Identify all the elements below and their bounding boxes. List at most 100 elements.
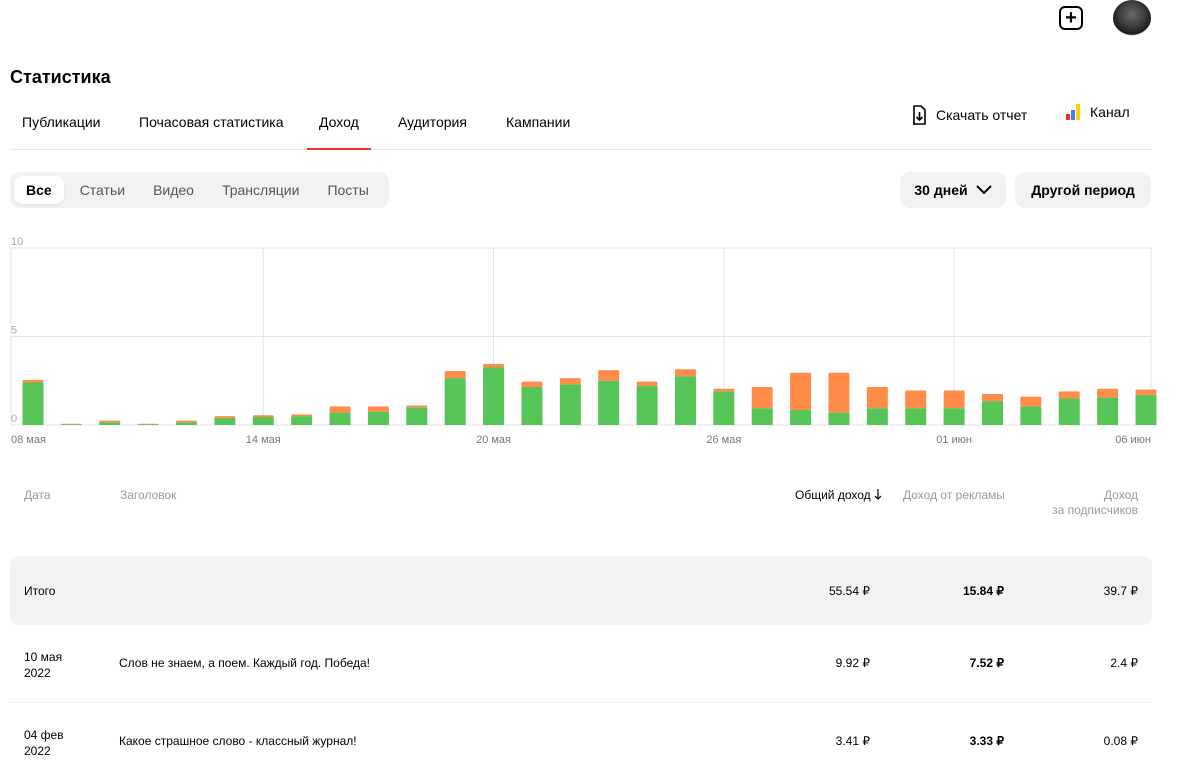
row-divider [10,702,1152,703]
tab-hourly-stats[interactable]: Почасовая статистика [139,114,284,130]
bar-subscriber-income [828,412,850,425]
bar-subscriber-income [713,391,735,425]
bar-ad-income [329,406,351,413]
bar-ad-income [981,394,1003,402]
row-title[interactable]: Слов не знаем, а поем. Каждый год. Побед… [119,656,370,670]
table-row[interactable]: 10 мая 2022 Слов не знаем, а поем. Кажды… [10,640,1152,702]
header-date[interactable]: Дата [24,488,51,502]
arrow-down-icon [874,489,882,500]
bar-subscriber-income [214,417,236,425]
bar-subscriber-income [367,411,389,425]
income-chart: 10 5 0 08 мая 14 мая 20 мая 26 мая 01 июн 06 июн [0,230,1200,460]
row-date: 10 мая 2022 [24,649,62,681]
bar-subscriber-income [99,422,121,425]
tab-audience[interactable]: Аудитория [398,114,467,130]
total-row-income: 55.54 ₽ [829,584,870,598]
header-total-income-label: Общий доход [795,488,871,502]
filter-articles[interactable]: Статьи [68,176,137,204]
channel-label: Канал [1090,104,1130,120]
period-select[interactable]: 30 дней [900,172,1006,208]
bar-subscriber-income [444,378,466,425]
row-ad-income: 7.52 ₽ [969,656,1004,670]
bar-subscriber-income [521,386,543,425]
content-type-filter: Все Статьи Видео Трансляции Посты [10,172,389,208]
y-tick-label: 10 [11,236,23,248]
download-report-button[interactable]: Скачать отчет [910,104,1027,126]
page-title: Статистика [10,67,111,87]
total-row-ad-income: 15.84 ₽ [963,584,1004,598]
bar-ad-income [252,415,274,418]
bar-ad-income [636,381,658,387]
x-tick-label: 06 июн [1115,434,1151,446]
bar-subscriber-income [751,408,773,425]
bar-ad-income [866,386,888,409]
bar-subscriber-income [598,380,620,425]
bar-subscriber-income [22,382,44,425]
bar-ad-income [1097,388,1119,398]
channel-button[interactable]: Канал [1066,104,1130,120]
bar-subscriber-income [291,416,313,425]
bar-ad-income [176,420,198,423]
bar-ad-income [22,379,44,383]
user-avatar[interactable] [1113,0,1151,36]
row-income: 3.41 ₽ [835,734,870,748]
bar-ad-income [1135,389,1157,395]
filter-video[interactable]: Видео [141,176,206,204]
header-subscriber-income-line1: Доход [1103,488,1138,502]
bar-subscriber-income [1135,394,1157,425]
bar-ad-income [905,390,927,409]
row-date-day: 04 фев [24,728,64,742]
bar-ad-income [674,369,696,377]
bar-subscriber-income [329,412,351,425]
header-total-income[interactable]: Общий доход [795,488,882,502]
header-subscriber-income[interactable]: Доход за подписчиков [1052,488,1138,518]
bar-ad-income [598,370,620,381]
row-date: 04 фев 2022 [24,727,64,759]
bar-subscriber-income [866,408,888,425]
filter-posts[interactable]: Посты [315,176,380,204]
filter-streams[interactable]: Трансляции [210,176,311,204]
total-row-subscriber-income: 39.7 ₽ [1103,584,1138,598]
tab-income[interactable]: Доход [307,114,371,150]
bar-subscriber-income [559,384,581,425]
bar-subscriber-income [137,424,159,425]
bar-ad-income [1058,391,1080,399]
row-ad-income: 3.33 ₽ [969,734,1004,748]
total-row-label: Итого [24,584,56,598]
bar-ad-income [751,386,773,409]
bar-subscriber-income [406,407,428,425]
bar-subscriber-income [60,424,82,425]
header-subscriber-income-line2: за подписчиков [1052,503,1138,517]
bar-subscriber-income [1097,397,1119,425]
row-income: 9.92 ₽ [835,656,870,670]
bar-ad-income [713,388,735,392]
bar-ad-income [483,363,505,368]
y-tick-label: 0 [11,413,17,425]
header-ad-income[interactable]: Доход от рекламы [903,488,1005,502]
row-title[interactable]: Какое страшное слово - классный журнал! [119,734,357,748]
x-tick-label: 26 мая [706,434,741,446]
bar-ad-income [790,372,812,410]
tab-campaigns[interactable]: Кампании [506,114,570,130]
tab-publications[interactable]: Публикации [22,114,100,130]
bar-ad-income [99,420,121,423]
y-tick-label: 5 [11,325,17,337]
bar-subscriber-income [636,386,658,425]
bar-ad-income [444,371,466,379]
table-row[interactable]: 04 фев 2022 Какое страшное слово - класс… [10,718,1152,768]
header-title[interactable]: Заголовок [120,488,176,502]
plus-square-icon[interactable]: + [1059,6,1083,30]
top-bar: + [0,0,1200,40]
bar-ad-income [367,406,389,412]
row-date-day: 10 мая [24,650,63,664]
other-period-button[interactable]: Другой период [1015,172,1151,208]
bar-subscriber-income [981,401,1003,425]
bar-ad-income [291,414,313,417]
bar-ad-income [521,381,543,387]
download-file-icon [913,105,926,125]
x-tick-label: 20 мая [476,434,511,446]
x-tick-label: 08 мая [11,434,46,446]
bar-ad-income [559,378,581,385]
filter-all[interactable]: Все [14,176,64,204]
x-tick-label: 01 июн [936,434,972,446]
